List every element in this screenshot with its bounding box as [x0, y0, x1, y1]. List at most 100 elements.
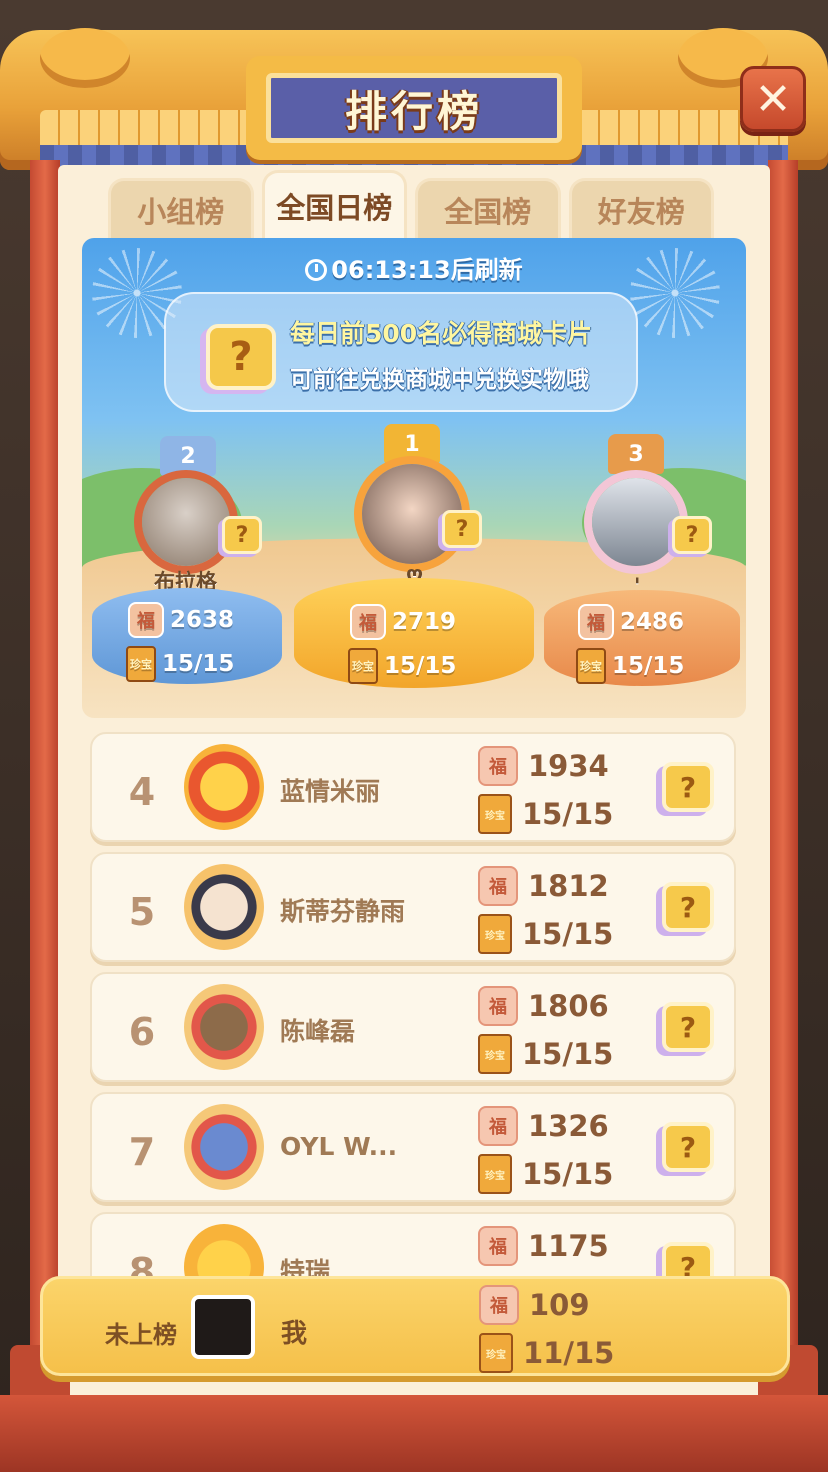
- progress-value: 15/15: [384, 653, 457, 679]
- card-glyph: ?: [455, 516, 469, 542]
- player-name: 蓝情米丽: [280, 777, 381, 806]
- roof-ornament-left: [40, 28, 130, 88]
- score-value: 1934: [528, 749, 609, 783]
- score-second: 福 2638: [128, 602, 234, 638]
- progress-value: 15/15: [522, 797, 614, 831]
- mystery-card-icon[interactable]: ?: [442, 510, 482, 548]
- my-rank-bar[interactable]: 未上榜 我 福 109 珍宝 11/15: [40, 1276, 790, 1376]
- score: 福 1806: [478, 986, 609, 1026]
- close-icon: ✕: [754, 73, 792, 125]
- progress-value: 15/15: [522, 1037, 614, 1071]
- progress: 珍宝 15/15: [478, 1034, 613, 1074]
- progress-second: 珍宝 15/15: [126, 646, 234, 682]
- page-title: 排行榜: [344, 86, 483, 136]
- score-value: 2638: [170, 607, 235, 633]
- fu-icon: 福: [478, 1106, 518, 1146]
- book-icon: 珍宝: [478, 1154, 512, 1194]
- title-inner: 排行榜: [266, 73, 562, 143]
- progress-value: 15/15: [522, 1157, 614, 1191]
- my-avatar[interactable]: [191, 1295, 255, 1359]
- tab-label: 全国日榜: [276, 190, 393, 225]
- card-glyph: ?: [229, 334, 253, 380]
- progress: 珍宝 15/15: [478, 1154, 613, 1194]
- mystery-card-icon[interactable]: ?: [662, 762, 714, 812]
- title-plate: 排行榜: [246, 56, 582, 160]
- close-button[interactable]: ✕: [740, 66, 806, 132]
- card-glyph: ?: [679, 890, 697, 924]
- pillar-right: [768, 160, 798, 1400]
- card-glyph: ?: [679, 770, 697, 804]
- list-item[interactable]: 6 陈峰磊 福 1806 珍宝 15/15 ?: [90, 972, 736, 1082]
- avatar[interactable]: [184, 744, 264, 830]
- tab-label: 好友榜: [597, 194, 685, 229]
- crown-rank: 2: [180, 443, 196, 469]
- mystery-card-icon[interactable]: ?: [222, 516, 262, 554]
- progress-value: 11/15: [523, 1336, 615, 1370]
- fu-icon: 福: [578, 604, 614, 640]
- score-value: 109: [529, 1288, 590, 1322]
- list-item[interactable]: 4 蓝情米丽 福 1934 珍宝 15/15 ?: [90, 732, 736, 842]
- book-icon: 珍宝: [478, 1034, 512, 1074]
- avatar[interactable]: [184, 984, 264, 1070]
- score-first: 福 2719: [350, 604, 456, 640]
- clock-icon: [305, 259, 328, 281]
- list-item[interactable]: 7 OYL W... 福 1326 珍宝 15/15 ?: [90, 1092, 736, 1202]
- avatar[interactable]: [184, 864, 264, 950]
- my-progress: 珍宝 11/15: [479, 1333, 614, 1373]
- mystery-card-icon[interactable]: ?: [662, 1122, 714, 1172]
- mystery-card-icon[interactable]: ?: [662, 1002, 714, 1052]
- tab-national-daily[interactable]: 全国日榜: [261, 170, 407, 238]
- fu-icon: 福: [478, 1226, 518, 1266]
- list-item[interactable]: 5 斯蒂芬静雨 福 1812 珍宝 15/15 ?: [90, 852, 736, 962]
- book-icon: 珍宝: [479, 1333, 513, 1373]
- player-name: OYL W...: [280, 1132, 398, 1161]
- fu-icon: 福: [350, 604, 386, 640]
- card-glyph: ?: [235, 522, 249, 548]
- tab-group[interactable]: 小组榜: [108, 178, 254, 238]
- fu-icon: 福: [478, 746, 518, 786]
- promo-title: 每日前500名必得商城卡片: [290, 319, 593, 348]
- rank-number: 7: [128, 1130, 156, 1174]
- crown-third-icon: 3: [608, 434, 664, 474]
- score: 福 1934: [478, 746, 609, 786]
- crown-rank: 1: [404, 431, 420, 457]
- score: 福 1326: [478, 1106, 609, 1146]
- score-value: 1326: [528, 1109, 609, 1143]
- card-glyph: ?: [679, 1010, 697, 1044]
- book-icon: 珍宝: [478, 914, 512, 954]
- my-score: 福 109: [479, 1285, 590, 1325]
- score-value: 2719: [392, 609, 457, 635]
- book-icon: 珍宝: [576, 648, 606, 684]
- tab-label: 小组榜: [137, 194, 225, 229]
- promo-banner[interactable]: ? 每日前500名必得商城卡片 可前往兑换商城中兑换实物哦: [164, 292, 638, 412]
- rank-number: 5: [128, 890, 156, 934]
- score-third: 福 2486: [578, 604, 684, 640]
- pillar-left: [30, 160, 60, 1400]
- podium-area: 06:13:13后刷新 ? 每日前500名必得商城卡片 可前往兑换商城中兑换实物…: [82, 238, 746, 718]
- player-name: 斯蒂芬静雨: [280, 897, 406, 926]
- avatar[interactable]: [184, 1104, 264, 1190]
- player-name: 陈峰磊: [280, 1017, 356, 1046]
- score-value: 1806: [528, 989, 609, 1023]
- my-name: 我: [281, 1319, 308, 1349]
- mystery-card-icon[interactable]: ?: [662, 882, 714, 932]
- tab-bar: 小组榜 全国日榜 全国榜 好友榜: [108, 170, 714, 240]
- fu-icon: 福: [478, 986, 518, 1026]
- score-value: 1175: [528, 1229, 609, 1263]
- progress-value: 15/15: [162, 651, 235, 677]
- my-rank-status: 未上榜: [105, 1321, 177, 1349]
- tab-national[interactable]: 全国榜: [415, 178, 561, 238]
- avatar-image: [142, 478, 230, 566]
- mystery-card-icon: ?: [206, 324, 276, 390]
- base: [0, 1395, 828, 1472]
- rank-number: 4: [128, 770, 156, 814]
- book-icon: 珍宝: [126, 646, 156, 682]
- rank-number: 6: [128, 1010, 156, 1054]
- progress: 珍宝 15/15: [478, 794, 613, 834]
- mystery-card-icon[interactable]: ?: [672, 516, 712, 554]
- tab-friends[interactable]: 好友榜: [568, 178, 714, 238]
- book-icon: 珍宝: [348, 648, 378, 684]
- card-glyph: ?: [679, 1130, 697, 1164]
- avatar-image: [592, 478, 680, 566]
- refresh-text: 06:13:13后刷新: [331, 256, 523, 284]
